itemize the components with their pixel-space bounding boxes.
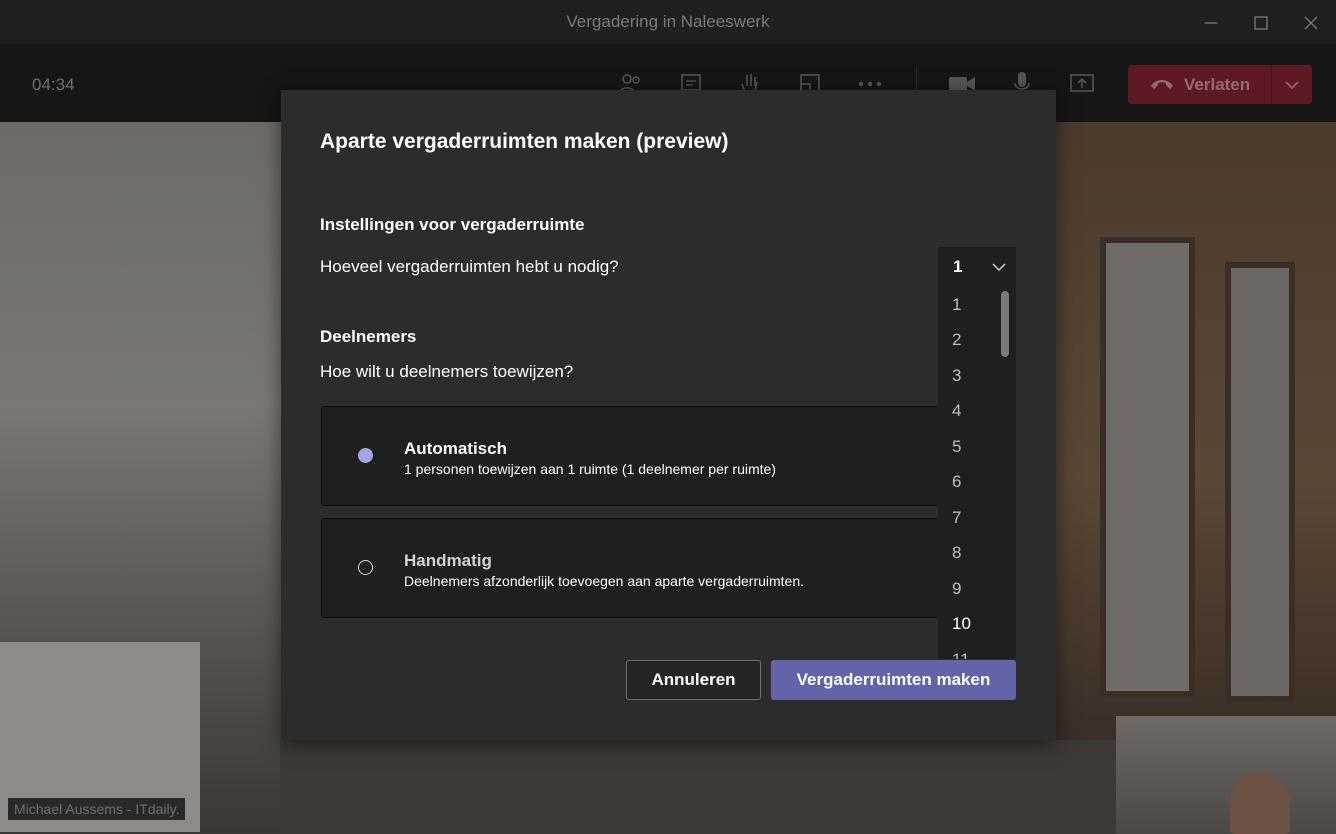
- room-count-value: 1: [953, 257, 963, 276]
- create-rooms-button[interactable]: Vergaderruimten maken: [771, 660, 1016, 700]
- rooms-question: Hoeveel vergaderruimten hebt u nodig?: [320, 257, 619, 276]
- leave-label: Verlaten: [1184, 74, 1251, 94]
- meeting-timer: 04:34: [32, 75, 75, 94]
- maximize-icon[interactable]: [1236, 0, 1286, 45]
- video-window-light: [1225, 262, 1295, 702]
- option-manual-title: Handmatig: [404, 551, 492, 570]
- close-icon[interactable]: [1286, 0, 1336, 45]
- minimize-icon[interactable]: [1186, 0, 1236, 45]
- cancel-button[interactable]: Annuleren: [626, 660, 761, 700]
- video-foreground: [280, 740, 1120, 834]
- room-count-option[interactable]: 3: [938, 358, 1016, 394]
- leave-button[interactable]: Verlaten: [1128, 65, 1312, 104]
- radio-manual[interactable]: [358, 560, 373, 575]
- room-count-option[interactable]: 9: [938, 571, 1016, 607]
- chevron-down-icon: [992, 259, 1006, 277]
- participant-name-label: Michael Aussems - ITdaily.: [8, 798, 186, 820]
- room-count-option[interactable]: 8: [938, 536, 1016, 572]
- phone-hangup-icon: [1150, 75, 1174, 95]
- self-view-person: [1230, 772, 1290, 834]
- room-count-option[interactable]: 6: [938, 465, 1016, 501]
- window-controls: [1186, 0, 1336, 45]
- room-count-option[interactable]: 7: [938, 500, 1016, 536]
- room-count-option[interactable]: 4: [938, 394, 1016, 430]
- option-manual-description: Deelnemers afzonderlijk toevoegen aan ap…: [404, 573, 805, 589]
- option-automatic-title: Automatisch: [404, 439, 507, 458]
- room-count-option[interactable]: 10: [938, 607, 1016, 643]
- self-view-video[interactable]: [1116, 716, 1336, 834]
- chevron-down-icon[interactable]: [1272, 80, 1312, 89]
- video-window-light: [1100, 237, 1195, 697]
- window-title: Vergadering in Naleeswerk: [566, 12, 770, 31]
- dropdown-scrollbar[interactable]: [1001, 291, 1009, 357]
- participants-heading: Deelnemers: [320, 327, 417, 346]
- room-count-option[interactable]: 5: [938, 429, 1016, 465]
- settings-heading: Instellingen voor vergaderruimte: [320, 215, 585, 234]
- dialog-title: Aparte vergaderruimten maken (preview): [320, 130, 729, 153]
- room-count-option[interactable]: 11: [938, 642, 1016, 659]
- option-automatic[interactable]: Automatisch 1 personen toewijzen aan 1 r…: [321, 406, 941, 506]
- share-screen-icon[interactable]: [1066, 69, 1098, 99]
- title-bar: Vergadering in Naleeswerk: [0, 0, 1336, 45]
- room-count-select[interactable]: 1: [938, 247, 1016, 287]
- radio-automatic[interactable]: [358, 448, 373, 463]
- assign-question: Hoe wilt u deelnemers toewijzen?: [320, 362, 574, 381]
- option-manual[interactable]: Handmatig Deelnemers afzonderlijk toevoe…: [321, 518, 941, 618]
- leave-main[interactable]: Verlaten: [1128, 65, 1272, 104]
- option-automatic-description: 1 personen toewijzen aan 1 ruimte (1 dee…: [404, 461, 776, 477]
